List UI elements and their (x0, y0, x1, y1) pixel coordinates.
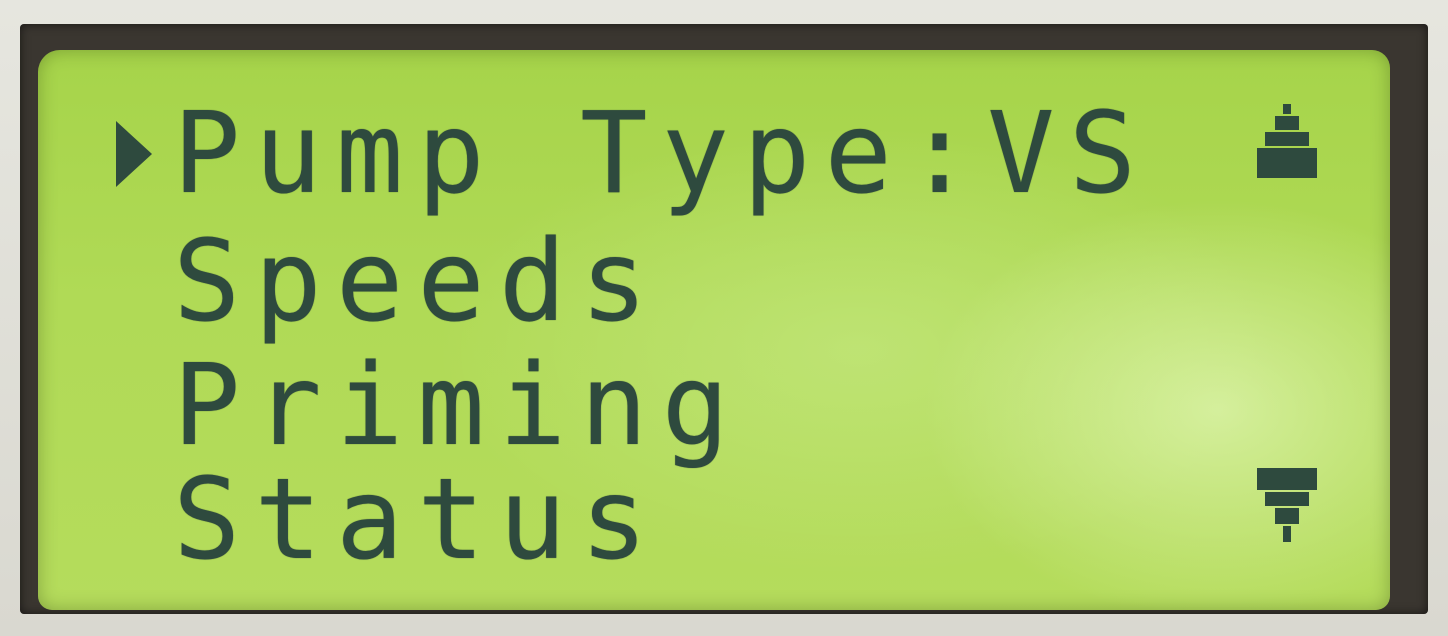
selection-cursor-icon (104, 104, 164, 204)
scroll-up-arrow-icon[interactable] (1253, 100, 1323, 190)
scroll-down-arrow-icon[interactable] (1253, 462, 1323, 552)
menu-item-priming[interactable]: Priming (38, 350, 1390, 462)
menu-item-label: Pump Type:VS (173, 89, 1151, 219)
menu-item-label: Status (173, 455, 662, 585)
menu-item-label: Speeds (173, 217, 662, 347)
menu-item-pump-type[interactable]: Pump Type:VS (38, 98, 1390, 210)
lcd-screen: Pump Type:VS Speeds Priming Status (38, 50, 1390, 610)
menu-item-status[interactable]: Status (38, 464, 1390, 576)
menu-item-speeds[interactable]: Speeds (38, 226, 1390, 338)
menu-item-label: Priming (173, 341, 744, 471)
